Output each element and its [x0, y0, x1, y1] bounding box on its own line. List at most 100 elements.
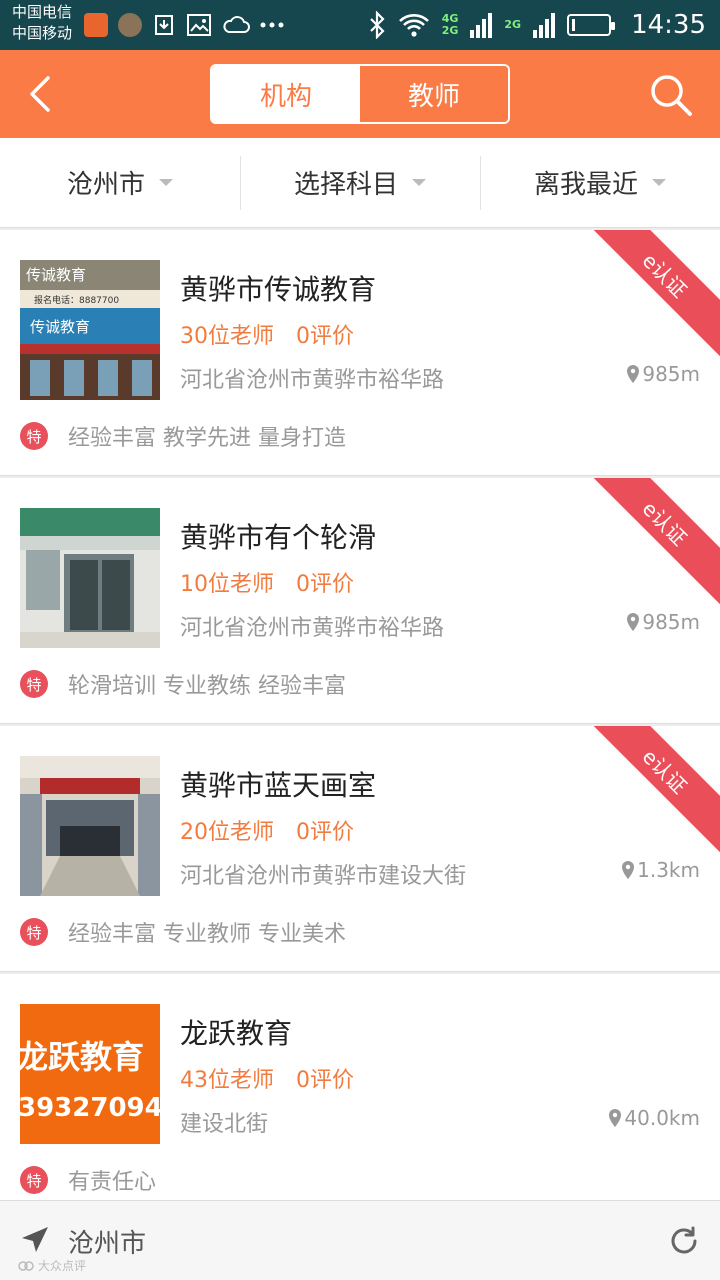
listing-address: 建设北街 [180, 1112, 269, 1137]
search-icon[interactable] [648, 72, 694, 118]
carrier-1: 中国电信 [12, 3, 73, 21]
location-pin-icon [627, 365, 640, 383]
listing-distance: 1.3km [621, 858, 700, 882]
signal-icon-1 [470, 13, 493, 38]
phone-text: 3932709416 [20, 1093, 160, 1123]
tab-institution[interactable]: 机构 [212, 66, 360, 122]
listing-photo: 传诚教育 报名电话：8887700 传诚教育 [20, 260, 160, 400]
watermark-logo-icon [18, 1260, 34, 1271]
teacher-count: 10位老师 [180, 572, 274, 597]
battery-icon [567, 14, 616, 36]
listing-photo: 龙跃教育 3932709416 [20, 1004, 160, 1144]
signal-icon-2 [533, 13, 556, 38]
bluetooth-icon [369, 11, 385, 39]
battery-level [572, 19, 576, 31]
teacher-count: 43位老师 [180, 1068, 274, 1093]
list-item[interactable]: 传诚教育 报名电话：8887700 传诚教育 黄骅市传诚教育 30位老师 0评价 … [0, 230, 720, 476]
phone-text: 报名电话：8887700 [34, 294, 119, 306]
feature-row: 特 经验丰富 教学先进 量身打造 [20, 420, 346, 452]
verified-ribbon: e认证 [581, 230, 720, 359]
refresh-icon[interactable] [668, 1225, 700, 1257]
location-pin-icon [609, 1109, 622, 1127]
listing-title: 黄骅市蓝天画室 [180, 769, 377, 802]
download-icon [155, 15, 173, 35]
filter-subject-label: 选择科目 [293, 170, 398, 200]
list-item[interactable]: 黄骅市有个轮滑 10位老师 0评价 河北省沧州市黄骅市裕华路 985m 特 轮滑培… [0, 478, 720, 724]
avatar-notification-icon [118, 13, 142, 37]
feature-tags: 有责任心 [68, 1170, 157, 1195]
listing-distance: 985m [626, 610, 700, 634]
review-count: 0评价 [296, 572, 354, 597]
chevron-down-icon [412, 179, 426, 186]
filter-city[interactable]: 沧州市 [0, 138, 240, 227]
status-bar: 中国电信 中国移动 4G 2G 2G 14:35 [0, 0, 720, 50]
location-bar: 沧州市 [0, 1200, 720, 1280]
sign-text: 龙跃教育 [20, 1038, 144, 1076]
listing-stats: 43位老师 0评价 [180, 1062, 354, 1094]
watermark: 大众点评 [18, 1257, 86, 1274]
filter-subject[interactable]: 选择科目 [240, 138, 480, 227]
special-badge: 特 [20, 422, 48, 450]
chevron-down-icon [159, 179, 173, 186]
more-icon [260, 22, 284, 28]
listing-address: 河北省沧州市黄骅市裕华路 [180, 616, 445, 641]
review-count: 0评价 [296, 820, 354, 845]
wifi-icon [398, 14, 429, 37]
network-type-2: 2G [504, 18, 522, 31]
cloud-icon [223, 16, 250, 33]
location-pin-icon [622, 861, 635, 879]
app-header: 机构 教师 [0, 50, 720, 138]
listing-photo [20, 756, 160, 896]
segmented-control: 机构 教师 [210, 64, 510, 124]
special-badge: 特 [20, 918, 48, 946]
notification-icons [84, 12, 284, 38]
review-count: 0评价 [296, 1068, 354, 1093]
carrier-names: 中国电信 中国移动 [12, 2, 72, 44]
app-notification-icon [84, 13, 108, 37]
listing-title: 黄骅市传诚教育 [180, 273, 377, 306]
svg-text:传诚教育: 传诚教育 [30, 318, 90, 336]
special-badge: 特 [20, 670, 48, 698]
location-pin-icon [627, 613, 640, 631]
verified-ribbon: e认证 [581, 726, 720, 855]
navigation-arrow-icon[interactable] [20, 1225, 50, 1255]
sign-text: 传诚教育 [26, 266, 86, 284]
current-location[interactable]: 沧州市 [68, 1223, 146, 1260]
filter-bar: 沧州市 选择科目 离我最近 [0, 138, 720, 228]
listing-stats: 30位老师 0评价 [180, 318, 354, 350]
back-icon[interactable] [22, 74, 62, 114]
listing-stats: 10位老师 0评价 [180, 566, 354, 598]
chevron-down-icon [652, 179, 666, 186]
filter-city-label: 沧州市 [66, 170, 145, 200]
listing-photo [20, 508, 160, 648]
teacher-count: 20位老师 [180, 820, 274, 845]
verified-ribbon: e认证 [581, 478, 720, 607]
listing-address: 河北省沧州市黄骅市裕华路 [180, 368, 445, 393]
carrier-2: 中国移动 [12, 24, 73, 42]
listing-stats: 20位老师 0评价 [180, 814, 354, 846]
feature-tags: 经验丰富 专业教师 专业美术 [68, 922, 346, 947]
listing-title: 黄骅市有个轮滑 [180, 521, 377, 554]
institution-list: 传诚教育 报名电话：8887700 传诚教育 黄骅市传诚教育 30位老师 0评价 … [0, 230, 720, 1222]
feature-tags: 经验丰富 教学先进 量身打造 [68, 426, 346, 451]
feature-row: 特 有责任心 [20, 1164, 156, 1196]
review-count: 0评价 [296, 324, 354, 349]
listing-title: 龙跃教育 [180, 1017, 293, 1050]
feature-row: 特 轮滑培训 专业教练 经验丰富 [20, 668, 346, 700]
listing-address: 河北省沧州市黄骅市建设大街 [180, 864, 467, 889]
filter-sort-label: 离我最近 [533, 170, 638, 200]
feature-row: 特 经验丰富 专业教师 专业美术 [20, 916, 346, 948]
tab-teacher[interactable]: 教师 [360, 66, 508, 122]
system-icons: 4G 2G 2G 14:35 [368, 8, 706, 42]
listing-distance: 40.0km [608, 1106, 700, 1130]
image-icon [187, 14, 211, 36]
list-item[interactable]: 龙跃教育 3932709416 龙跃教育 43位老师 0评价 建设北街 40.0k… [0, 974, 720, 1220]
network-type-1: 4G 2G [441, 12, 459, 37]
feature-tags: 轮滑培训 专业教练 经验丰富 [68, 674, 346, 699]
listing-distance: 985m [626, 362, 700, 386]
teacher-count: 30位老师 [180, 324, 274, 349]
clock: 14:35 [631, 10, 706, 40]
filter-sort[interactable]: 离我最近 [480, 138, 720, 227]
special-badge: 特 [20, 1166, 48, 1194]
list-item[interactable]: 黄骅市蓝天画室 20位老师 0评价 河北省沧州市黄骅市建设大街 1.3km 特 经… [0, 726, 720, 972]
